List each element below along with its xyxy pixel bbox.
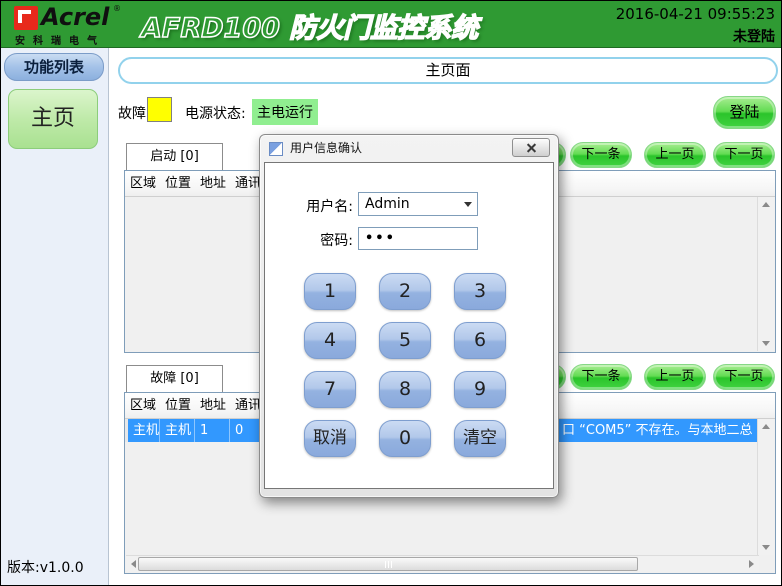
tab-start[interactable]: 启动 [0] [126,143,223,170]
column-header-position[interactable]: 位置 [160,393,195,419]
username-label: 用户名: [283,196,353,216]
cancel-button[interactable]: 取消 [304,420,356,457]
scroll-down-icon[interactable] [762,545,770,550]
dialog-titlebar[interactable]: 用户信息确认 [260,135,558,162]
fault-label: 故障: [118,103,151,123]
keypad-2[interactable]: 2 [379,273,431,310]
password-field[interactable]: ••• [358,227,478,250]
datetime-display: 2016-04-21 09:55:23 [616,5,775,23]
dialog-body: 用户名: Admin 密码: ••• 1 2 3 4 5 6 7 8 9 取消 … [264,162,554,489]
fault-indicator [147,97,172,122]
power-status-value: 主电运行 [252,99,318,125]
login-button[interactable]: 登陆 [713,96,776,129]
scroll-right-icon[interactable] [749,560,754,568]
username-select[interactable]: Admin [358,192,478,216]
password-label: 密码: [283,230,353,250]
keypad-9[interactable]: 9 [454,371,506,408]
scroll-up-icon[interactable] [762,424,770,429]
column-header-address[interactable]: 地址 [195,393,230,419]
cell-address: 1 [195,419,230,442]
brand-chinese-name: 安科瑞电气 [15,32,105,47]
cell-fault-message: 口 “COM5” 不存在。与本地二总 [562,419,757,442]
acrel-logo-icon [14,6,38,30]
column-header-position[interactable]: 位置 [160,171,195,197]
fault-table-vscrollbar[interactable] [757,419,774,555]
column-header-address[interactable]: 地址 [195,171,230,197]
keypad-1[interactable]: 1 [304,273,356,310]
login-status: 未登陆 [733,26,775,46]
keypad-4[interactable]: 4 [304,322,356,359]
hscrollbar-thumb[interactable] [138,557,638,571]
brand-name: Acrel [41,3,109,31]
scroll-down-icon[interactable] [762,341,770,346]
keypad-8[interactable]: 8 [379,371,431,408]
username-value: Admin [365,193,410,215]
next-item-button-bottom[interactable]: 下一条 [570,364,632,390]
scroll-left-icon[interactable] [131,560,136,568]
keypad-6[interactable]: 6 [454,322,506,359]
keypad-3[interactable]: 3 [454,273,506,310]
start-table-vscrollbar[interactable] [757,197,774,351]
keypad-5[interactable]: 5 [379,322,431,359]
header-bar: Acrel ® 安科瑞电气 AFRD100 防火门监控系统 2016-04-21… [1,1,782,48]
next-page-button-bottom[interactable]: 下一页 [713,364,775,390]
cell-area: 主机 [125,419,160,442]
fault-table-hscrollbar[interactable] [126,555,759,572]
tab-fault[interactable]: 故障 [0] [126,365,223,392]
next-item-button-top[interactable]: 下一条 [570,142,632,168]
keypad-0[interactable]: 0 [379,420,431,457]
column-header-area[interactable]: 区域 [125,171,160,197]
prev-page-button-top[interactable]: 上一页 [644,142,706,168]
registered-mark: ® [113,4,121,13]
function-list-button[interactable]: 功能列表 [4,53,104,81]
dialog-title: 用户信息确认 [290,135,362,162]
sidebar-item-home[interactable]: 主页 [8,89,98,149]
column-header-area[interactable]: 区域 [125,393,160,419]
close-icon [513,139,549,156]
prev-page-button-bottom[interactable]: 上一页 [644,364,706,390]
version-label: 版本:v1.0.0 [7,557,84,577]
cell-position: 主机 [160,419,195,442]
keypad-7[interactable]: 7 [304,371,356,408]
power-status-label: 电源状态: [185,103,246,123]
next-page-button-top[interactable]: 下一页 [713,142,775,168]
app-title: AFRD100 防火门监控系统 [141,6,478,45]
dialog-window-icon [269,142,283,156]
sidebar: 功能列表 主页 版本:v1.0.0 [1,48,109,586]
page-title: 主页面 [118,57,778,84]
chevron-down-icon [464,202,472,207]
user-confirm-dialog: 用户信息确认 用户名: Admin 密码: ••• 1 2 3 4 5 6 7 … [259,134,559,498]
clear-button[interactable]: 清空 [454,420,506,457]
app-window: Acrel ® 安科瑞电气 AFRD100 防火门监控系统 2016-04-21… [0,0,782,586]
close-button[interactable] [512,138,550,157]
scroll-up-icon[interactable] [762,202,770,207]
